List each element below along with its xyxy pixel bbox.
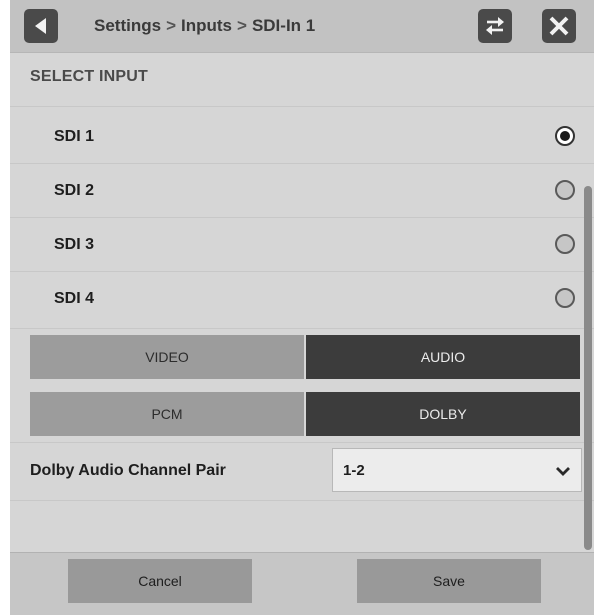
close-icon [549,16,569,36]
breadcrumb-separator: > [237,16,247,35]
radio-indicator[interactable] [555,180,575,200]
input-option-sdi-3[interactable]: SDI 3 [10,218,580,272]
sdi-input-settings-panel: Settings > Inputs > SDI-In 1 SELECT INPUT SD… [10,0,594,615]
footer-bar: Cancel Save [10,552,594,615]
radio-indicator[interactable] [555,288,575,308]
breadcrumb-inputs[interactable]: Inputs [181,16,232,35]
audio-mode-button[interactable]: AUDIO [306,335,580,379]
back-button[interactable] [24,9,58,43]
scrollbar[interactable] [584,186,592,550]
divider [10,500,594,501]
input-option-label: SDI 4 [54,290,95,307]
breadcrumb-separator: > [166,16,176,35]
video-mode-button[interactable]: VIDEO [30,335,304,379]
divider [10,442,594,443]
input-option-label: SDI 3 [54,236,95,253]
chevron-down-icon [556,467,570,476]
divider [10,328,594,329]
input-option-sdi-1[interactable]: SDI 1 [10,110,580,164]
radio-indicator[interactable] [555,234,575,254]
input-option-sdi-2[interactable]: SDI 2 [10,164,580,218]
divider [10,106,594,107]
breadcrumb-settings[interactable]: Settings [94,16,161,35]
dolby-channel-pair-dropdown[interactable]: 1-2 [332,448,582,492]
breadcrumb: Settings > Inputs > SDI-In 1 [94,14,315,38]
header-bar: Settings > Inputs > SDI-In 1 [10,0,594,53]
input-option-sdi-4[interactable]: SDI 4 [10,272,580,326]
save-button[interactable]: Save [357,559,541,603]
breadcrumb-current: SDI-In 1 [251,16,316,35]
swap-arrows-icon [486,17,504,35]
close-button[interactable] [542,9,576,43]
input-option-label: SDI 2 [54,182,95,199]
back-arrow-icon [35,18,46,34]
input-option-label: SDI 1 [54,128,95,145]
radio-selected-indicator[interactable] [555,126,575,146]
section-title: SELECT INPUT [30,68,148,85]
swap-button[interactable] [478,9,512,43]
cancel-button[interactable]: Cancel [68,559,252,603]
dropdown-value: 1-2 [343,462,365,479]
dolby-format-button[interactable]: DOLBY [306,392,580,436]
dolby-channel-pair-label: Dolby Audio Channel Pair [30,462,226,479]
pcm-format-button[interactable]: PCM [30,392,304,436]
